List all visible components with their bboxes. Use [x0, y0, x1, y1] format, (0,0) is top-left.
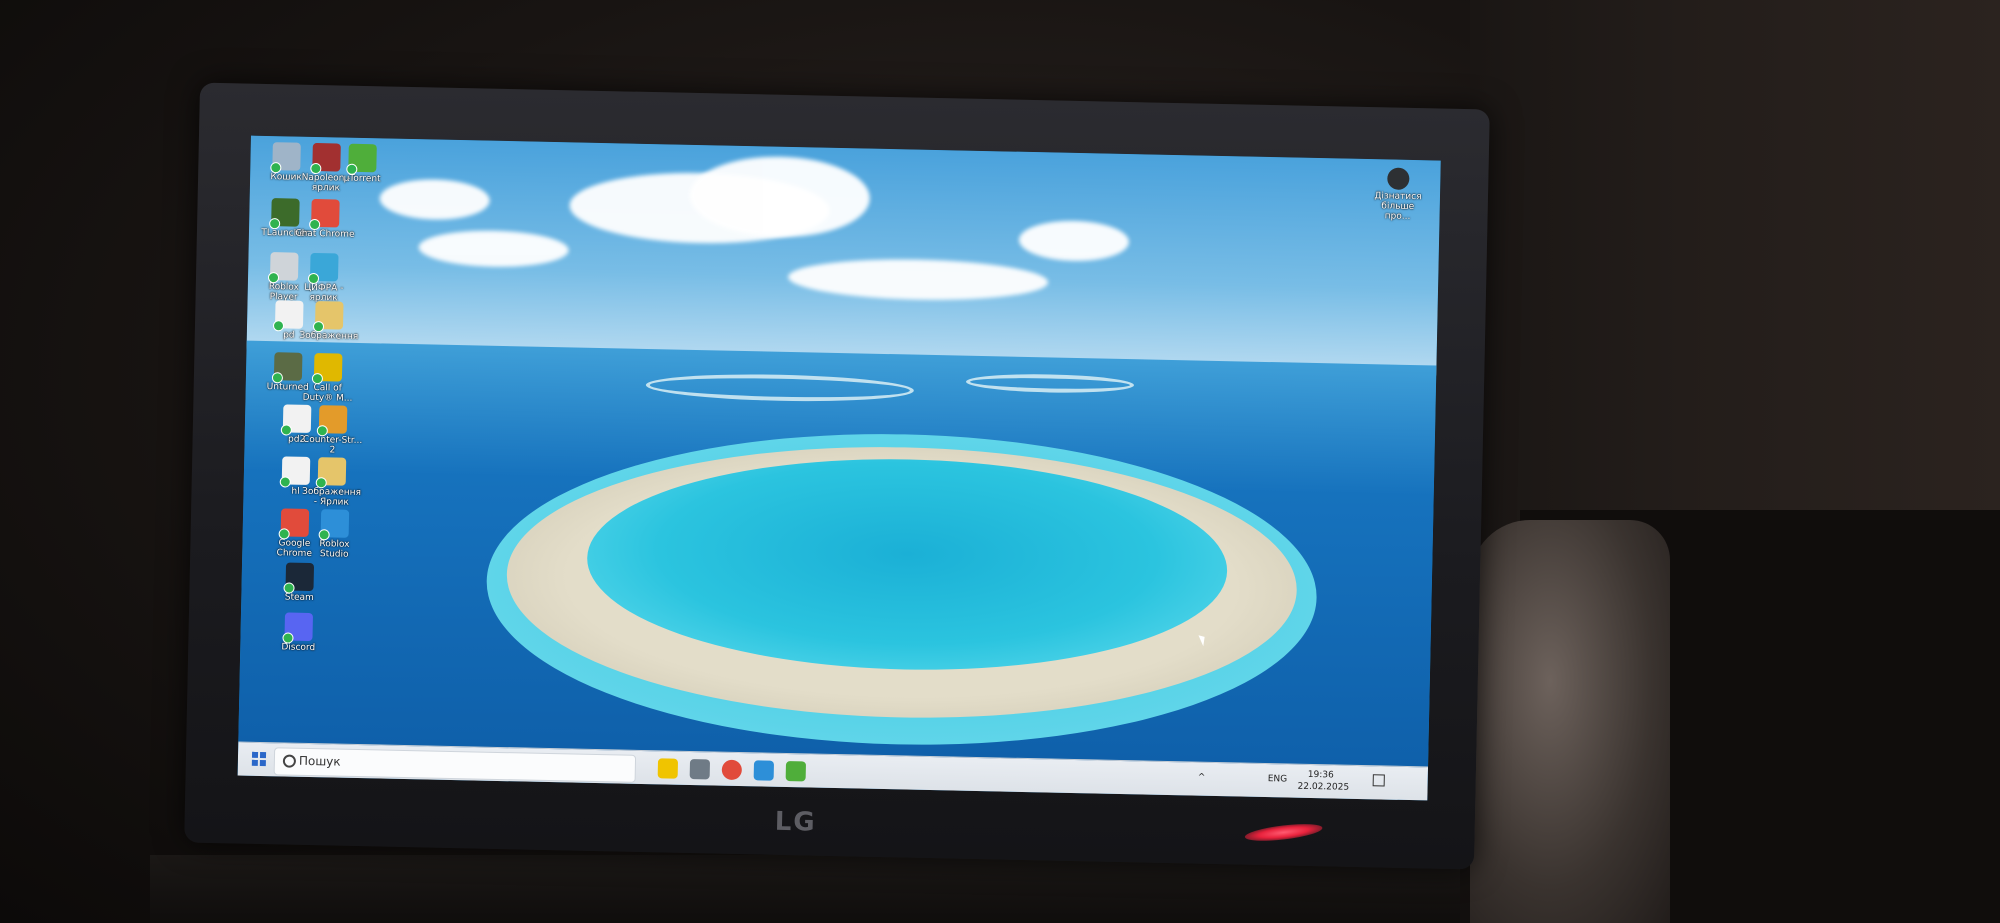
task-view-icon[interactable] [689, 758, 711, 780]
roblox-studio-icon [318, 509, 350, 541]
notifications-icon[interactable] [1372, 774, 1385, 787]
chrome-icon [309, 198, 340, 231]
background-chair [1470, 520, 1670, 923]
desktop-icon-label: Roblox Studio [319, 539, 350, 560]
power-led [1244, 820, 1324, 845]
utorrent-icon [346, 143, 377, 175]
desktop-icon[interactable]: Discord [268, 612, 329, 671]
store-taskbar-icon[interactable] [753, 760, 775, 781]
taskbar-search[interactable]: Пошук [273, 747, 637, 783]
desktop-icons: Кошик Napoleon - ярлик µTorrent TLauncher Ch… [244, 142, 437, 746]
search-placeholder: Пошук [298, 753, 341, 769]
desk-surface [150, 855, 1460, 923]
desktop-icon[interactable]: Chat Chrome [294, 198, 355, 258]
desktop-icon-label: Steam [284, 592, 314, 604]
desktop-icon-label: Call of Duty® M... [302, 383, 353, 404]
desktop-icon[interactable]: Call of Duty® M... [297, 353, 358, 412]
desktop-icon[interactable]: Зображення [298, 301, 359, 360]
images-folder-icon [312, 301, 344, 333]
desktop-icon[interactable]: µTorrent [332, 143, 393, 202]
desktop-screen: Кошик Napoleon - ярлик µTorrent TLauncher Ch… [237, 135, 1441, 801]
system-tray: ^ ENG 19:36 22.02.2025 [1197, 769, 1385, 793]
desktop-icon-label: µTorrent [343, 173, 381, 185]
learn-more-shortcut[interactable]: Дізнатися більше про... [1367, 167, 1428, 222]
desktop-icon-label: Discord [281, 642, 316, 654]
chrome-taskbar-icon[interactable] [721, 759, 743, 781]
monitor: Кошик Napoleon - ярлик µTorrent TLauncher Ch… [184, 82, 1490, 870]
language-indicator[interactable]: ENG [1268, 774, 1288, 784]
desktop-icon-label: Зображення - Ярлик [301, 486, 362, 508]
app-taskbar-icon[interactable] [785, 760, 807, 782]
clock-time[interactable]: 19:36 [1308, 770, 1334, 781]
desktop-icon[interactable]: Зображення - Ярлик [301, 457, 362, 516]
desktop-icon-label: Counter-Str... 2 [302, 434, 363, 456]
desktop-icon-label: Chat Chrome [295, 228, 355, 240]
copilot-icon[interactable] [657, 758, 679, 779]
desktop-icon[interactable]: Counter-Str... 2 [302, 405, 363, 464]
learn-more-icon [1387, 167, 1410, 190]
monitor-brand-logo: LG [774, 806, 817, 838]
images-folder-icon [315, 457, 347, 489]
learn-more-label: Дізнатися більше про... [1374, 191, 1422, 222]
desktop-icon[interactable]: Roblox Studio [304, 509, 365, 568]
chevron-up-icon[interactable]: ^ [1198, 773, 1206, 783]
search-icon [282, 754, 297, 768]
shortcut-icon [307, 252, 339, 285]
cs2-icon [316, 405, 348, 437]
steam-icon [283, 562, 315, 594]
cod-icon [311, 353, 343, 385]
desktop-icon-label: Зображення [299, 330, 359, 342]
clock-date[interactable]: 22.02.2025 [1297, 782, 1349, 793]
discord-icon [282, 612, 314, 644]
start-button[interactable] [251, 751, 267, 767]
